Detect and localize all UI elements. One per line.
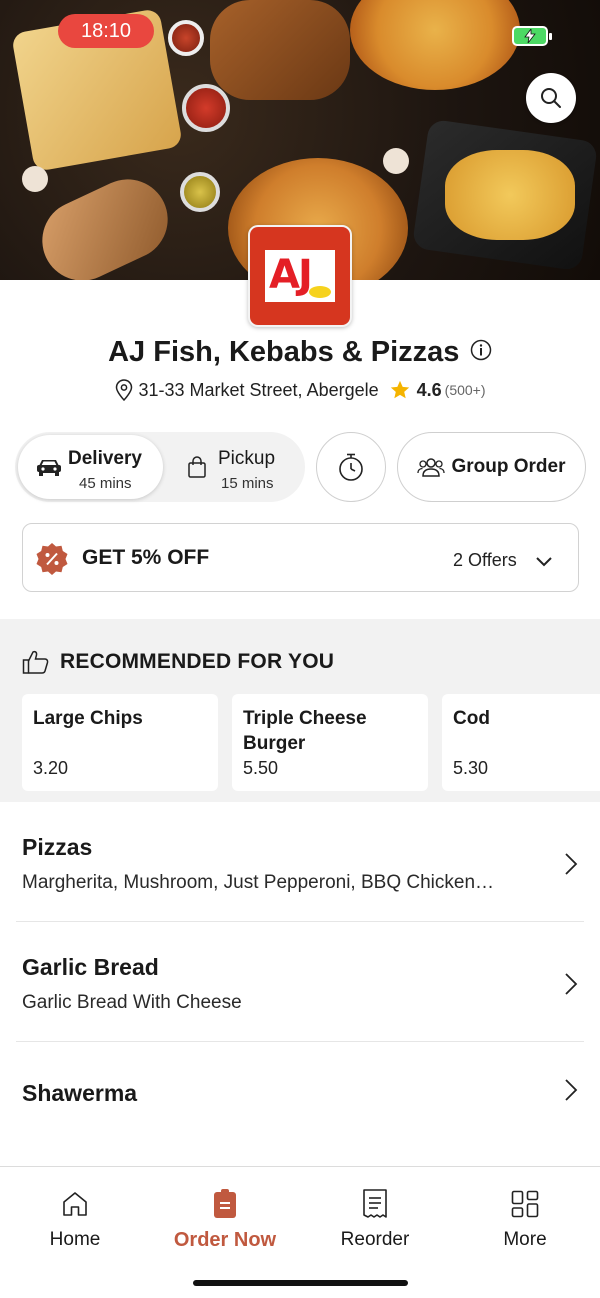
recommended-item-name: Triple Cheese Burger: [243, 708, 367, 754]
order-mode-toggle: Delivery 45 mins Pickup 15 mins: [15, 432, 305, 502]
nav-item-order-now[interactable]: Order Now: [150, 1187, 300, 1252]
recommended-heading: RECOMMENDED FOR YOU: [60, 650, 335, 673]
recommended-item-price: 3.20: [33, 758, 69, 778]
group-order-button[interactable]: Group Order: [397, 432, 586, 502]
recommended-item-card[interactable]: Large Chips 3.20: [22, 694, 218, 791]
group-users-icon: [417, 458, 446, 477]
home-icon: [0, 1187, 150, 1221]
car-icon: [36, 457, 62, 482]
restaurant-name: AJ Fish, Kebabs & Pizzas: [108, 336, 460, 368]
restaurant-logo: AJ: [248, 225, 352, 327]
fries-image: [445, 150, 575, 240]
garlic-image: [383, 148, 409, 174]
category-name: Shawerma: [22, 1080, 138, 1106]
pickup-option[interactable]: Pickup 15 mins: [175, 435, 301, 499]
chevron-right-icon: [564, 852, 578, 881]
discount-badge-icon: [35, 542, 69, 576]
corn-bowl: [180, 172, 220, 212]
chicken-skewers: [29, 166, 181, 280]
shopping-bag-icon: [187, 455, 207, 484]
nav-label: Home: [49, 1229, 101, 1250]
order-bag-icon: [150, 1187, 300, 1221]
schedule-button[interactable]: [316, 432, 386, 502]
tomato-bowl: [182, 84, 230, 132]
recommended-item-price: 5.50: [243, 758, 279, 778]
recommended-item-name: Large Chips: [33, 708, 143, 729]
kebab-skewers: [210, 0, 350, 100]
receipt-icon: [300, 1187, 450, 1221]
recommended-item-card[interactable]: Triple Cheese Burger 5.50: [232, 694, 428, 791]
restaurant-title-row: AJ Fish, Kebabs & Pizzas: [0, 336, 600, 369]
battery-charging-icon: [512, 26, 552, 46]
menu-category-garlic-bread[interactable]: Garlic Bread Garlic Bread With Cheese: [16, 922, 584, 1042]
chevron-down-icon: [535, 555, 553, 573]
menu-category-pizzas[interactable]: Pizzas Margherita, Mushroom, Just Pepper…: [16, 802, 584, 922]
offer-title: GET 5% OFF: [82, 546, 210, 569]
logo-fish-mark: [309, 286, 331, 298]
search-button[interactable]: [526, 73, 576, 123]
pizza-image: [350, 0, 520, 90]
recommended-item-name: Cod: [453, 708, 490, 729]
pickup-label: Pickup: [218, 448, 276, 469]
nav-item-home[interactable]: Home: [0, 1187, 150, 1251]
category-description: Garlic Bread With Cheese: [22, 992, 242, 1013]
stopwatch-icon: [339, 453, 363, 481]
nav-label: Reorder: [340, 1229, 410, 1250]
nav-item-more[interactable]: More: [450, 1187, 600, 1251]
star-icon: [389, 379, 411, 401]
category-description: Margherita, Mushroom, Just Pepperoni, BB…: [22, 872, 495, 893]
home-indicator: [193, 1280, 408, 1286]
address-rating-row: 31-33 Market Street, Abergele 4.6 (500+): [0, 379, 600, 401]
logo-text: AJ: [269, 252, 313, 298]
chevron-right-icon: [564, 1078, 578, 1107]
delivery-label: Delivery: [68, 448, 142, 469]
garlic-image: [22, 166, 48, 192]
delivery-option[interactable]: Delivery 45 mins: [18, 435, 163, 499]
nav-label: Order Now: [173, 1229, 277, 1251]
chevron-right-icon: [564, 972, 578, 1001]
rating-count: (500+): [444, 382, 486, 398]
search-icon: [541, 88, 561, 108]
offer-count: 2 Offers: [453, 550, 517, 570]
pickup-time: 15 mins: [221, 475, 274, 492]
restaurant-address: 31-33 Market Street, Abergele: [138, 379, 379, 400]
grid-icon: [450, 1187, 600, 1221]
offers-banner[interactable]: GET 5% OFF 2 Offers: [22, 523, 579, 592]
category-name: Pizzas: [22, 834, 93, 860]
recommended-heading-row: RECOMMENDED FOR YOU: [22, 649, 334, 675]
rating-value: 4.6: [416, 379, 442, 400]
sauce-bowl: [168, 20, 204, 56]
menu-category-shawerma[interactable]: Shawerma: [16, 1042, 584, 1162]
status-time: 18:10: [58, 14, 154, 48]
delivery-time: 45 mins: [79, 475, 132, 492]
nav-label: More: [503, 1229, 547, 1250]
bottom-navigation: Home Order Now Reorder More: [0, 1166, 600, 1298]
category-name: Garlic Bread: [22, 954, 159, 980]
recommended-item-price: 5.30: [453, 758, 489, 778]
recommended-item-card[interactable]: Cod 5.30: [442, 694, 600, 791]
location-pin-icon: [114, 379, 134, 401]
nav-item-reorder[interactable]: Reorder: [300, 1187, 450, 1251]
thumbs-up-icon: [22, 650, 49, 674]
recommended-section: RECOMMENDED FOR YOU Large Chips 3.20 Tri…: [0, 619, 600, 802]
group-order-label: Group Order: [451, 456, 566, 477]
info-icon[interactable]: [470, 339, 492, 366]
